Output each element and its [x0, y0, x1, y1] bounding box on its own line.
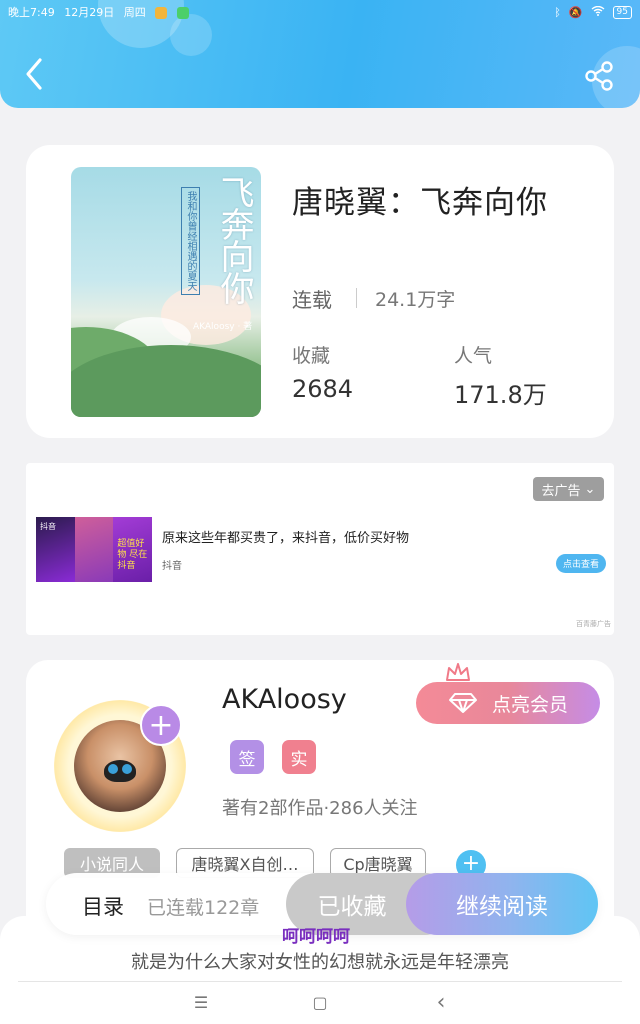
back-button[interactable]	[20, 56, 50, 92]
mute-icon: 🔕	[568, 5, 583, 19]
diamond-icon	[448, 693, 477, 713]
ad-cta-button[interactable]: 点击查看	[556, 554, 606, 573]
remove-ad-button[interactable]: 去广告 ⌄	[533, 477, 604, 501]
book-info-card: 我和你曾经相遇的夏天 飞奔向你 AKAloosy · 著 唐晓翼：飞奔向你 连载…	[26, 145, 614, 438]
popularity-value: 171.8万	[454, 381, 547, 409]
cover-hill	[71, 345, 261, 417]
chapter-count: 已连载122章	[147, 897, 260, 919]
video-caption: 就是为什么大家对女性的幻想就永远是年轻漂亮	[131, 952, 509, 973]
ad-source: 抖音	[162, 561, 182, 572]
share-button[interactable]	[582, 58, 618, 94]
home-button[interactable]: ▢	[305, 990, 335, 1016]
author-stats: 著有2部作品·286人关注	[222, 798, 418, 819]
book-title: 唐晓翼：飞奔向你	[292, 185, 548, 221]
cover-subtitle: 我和你曾经相遇的夏天	[181, 187, 200, 295]
notification-icon	[155, 7, 168, 19]
ad-thumb-text: 超值好物 尽在抖音	[117, 539, 148, 571]
follow-author-button[interactable]: +	[140, 704, 182, 746]
activate-vip-button[interactable]: 点亮会员	[416, 682, 600, 724]
header: 晚上7:49 12月29日 周四 ᛒ 🔕 95	[0, 0, 640, 108]
favorites-label: 收藏	[292, 345, 331, 367]
ad-thumbnail: 超值好物 尽在抖音	[113, 517, 153, 582]
vip-label: 点亮会员	[491, 693, 568, 716]
share-icon	[585, 61, 613, 91]
book-cover[interactable]: 我和你曾经相遇的夏天 飞奔向你 AKAloosy · 著	[71, 167, 261, 417]
tiktok-logo: 抖音	[40, 522, 56, 531]
favorites-value: 2684	[292, 375, 354, 403]
divider	[356, 288, 357, 308]
table-of-contents-button[interactable]: 目录	[82, 891, 124, 921]
chevron-down-icon: ⌄	[584, 481, 596, 497]
cover-title: 飞奔向你	[214, 175, 254, 303]
ad-thumbnail: 抖音	[36, 517, 75, 582]
continue-reading-button[interactable]: 继续阅读	[406, 873, 598, 935]
ad-thumbnail	[74, 517, 114, 582]
wifi-icon	[591, 5, 605, 19]
status-date: 12月29日	[64, 6, 115, 19]
collected-label: 已收藏	[317, 894, 387, 920]
author-name[interactable]: AKAloosy	[222, 684, 347, 715]
cover-author: AKAloosy · 著	[193, 322, 253, 332]
verified-badge: 实	[282, 740, 316, 774]
ad-card[interactable]: 去广告 ⌄ 抖音 超值好物 尽在抖音 原来这些年都买贵了，来抖音，低价买好物 抖…	[26, 463, 614, 635]
book-status: 连载	[292, 288, 332, 312]
battery-indicator: 95	[612, 5, 632, 19]
status-bar: 晚上7:49 12月29日 周四 ᛒ 🔕 95	[0, 0, 640, 24]
system-back-button[interactable]: ‹	[426, 990, 456, 1016]
ad-headline[interactable]: 原来这些年都买贵了，来抖音，低价买好物	[162, 527, 409, 546]
overlay-caption: 呵呵呵呵	[282, 927, 350, 947]
continue-reading-label: 继续阅读	[456, 894, 548, 920]
system-nav-bar: ☰ ▢ ‹	[0, 990, 640, 1020]
recent-apps-button[interactable]: ☰	[186, 990, 216, 1016]
ad-thumbnails[interactable]: 抖音 超值好物 尽在抖音	[36, 517, 153, 582]
crown-icon	[446, 663, 470, 681]
popularity-label: 人气	[454, 345, 493, 367]
chevron-left-icon	[26, 58, 42, 90]
butterfly-icon	[104, 760, 136, 782]
notification-icon	[176, 7, 189, 19]
ad-mark: 百青藤广告	[576, 620, 611, 628]
divider	[18, 981, 622, 982]
book-word-count: 24.1万字	[375, 289, 456, 311]
bluetooth-icon: ᛒ	[554, 5, 561, 19]
status-weekday: 周四	[123, 6, 146, 19]
status-time: 晚上7:49	[8, 6, 55, 19]
remove-ad-label: 去广告	[541, 483, 581, 499]
signed-author-badge: 签	[230, 740, 264, 774]
